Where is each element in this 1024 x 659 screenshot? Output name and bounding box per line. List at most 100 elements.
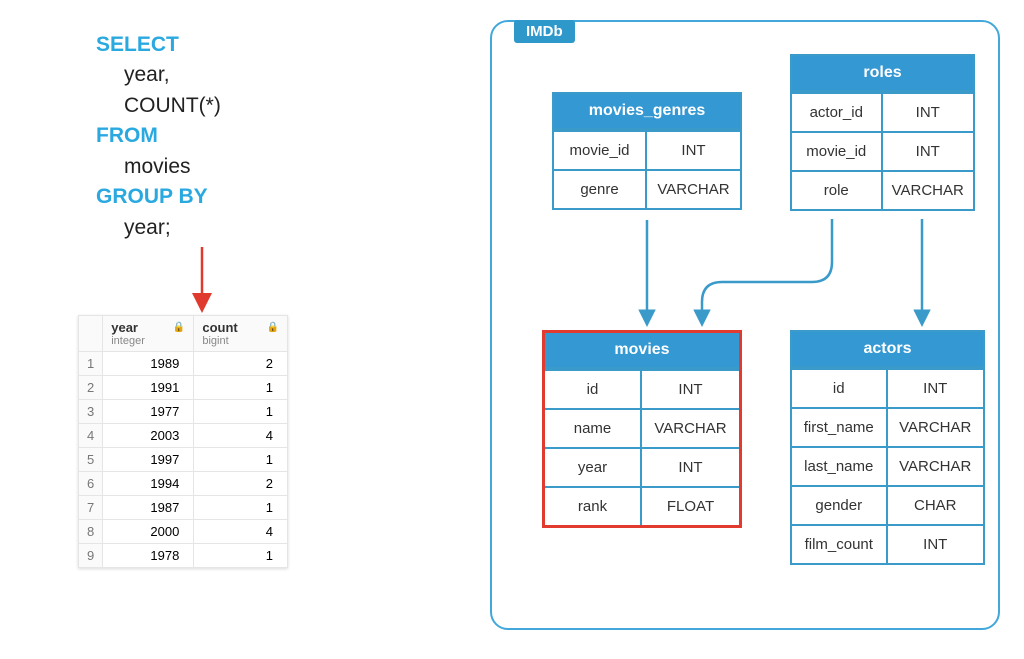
col-name: actor_id: [792, 92, 883, 131]
col-type: FLOAT: [642, 486, 739, 525]
col-type: VARCHAR: [642, 408, 739, 447]
entity-header: roles: [792, 56, 973, 92]
lock-icon: 🔒: [173, 322, 185, 333]
cell-count: 1: [194, 376, 288, 400]
sql-table: movies: [96, 152, 320, 182]
col-type: VARCHAR: [883, 170, 974, 209]
cell-count: 2: [194, 472, 288, 496]
entity-header: movies: [545, 333, 739, 369]
entity-row: gender CHAR: [792, 485, 983, 524]
cell-year: 1989: [103, 352, 194, 376]
schema-diagram: IMDb movies_genres movie_id INT genre VA…: [490, 20, 1000, 630]
flow-arrow-icon: [190, 243, 214, 315]
left-column: SELECT year, COUNT(*) FROM movies GROUP …: [60, 30, 320, 568]
entity-movies: movies id INT name VARCHAR year INT rank…: [542, 330, 742, 528]
row-number: 5: [79, 448, 103, 472]
col-type: INT: [888, 524, 984, 563]
row-number: 1: [79, 352, 103, 376]
cell-year: 2003: [103, 424, 194, 448]
col-name: last_name: [792, 446, 888, 485]
entity-row: rank FLOAT: [545, 486, 739, 525]
lock-icon: 🔒: [267, 322, 279, 333]
col-type: VARCHAR: [647, 169, 740, 208]
kw-groupby: GROUP BY: [96, 185, 208, 208]
cell-year: 1987: [103, 496, 194, 520]
entity-row: name VARCHAR: [545, 408, 739, 447]
table-row: 820004: [79, 520, 288, 544]
table-row: 919781: [79, 544, 288, 568]
cell-count: 4: [194, 424, 288, 448]
entity-row: film_count INT: [792, 524, 983, 563]
cell-count: 2: [194, 352, 288, 376]
col-name: role: [792, 170, 883, 209]
col-header-count: count bigint 🔒: [194, 316, 288, 352]
col-name-year: year: [111, 320, 145, 335]
cell-year: 2000: [103, 520, 194, 544]
col-name: film_count: [792, 524, 888, 563]
col-type: INT: [642, 369, 739, 408]
col-name: movie_id: [792, 131, 883, 170]
entity-roles: roles actor_id INT movie_id INT role VAR…: [790, 54, 975, 211]
result-table: year integer 🔒 count bigint 🔒: [78, 315, 288, 568]
entity-row: id INT: [792, 368, 983, 407]
col-type: INT: [642, 447, 739, 486]
sql-group-col: year;: [96, 213, 320, 243]
cell-year: 1991: [103, 376, 194, 400]
row-number: 8: [79, 520, 103, 544]
entity-row: last_name VARCHAR: [792, 446, 983, 485]
entity-header: movies_genres: [554, 94, 740, 130]
entity-row: year INT: [545, 447, 739, 486]
entity-row: first_name VARCHAR: [792, 407, 983, 446]
entity-row: actor_id INT: [792, 92, 973, 131]
row-number: 4: [79, 424, 103, 448]
col-name: rank: [545, 486, 642, 525]
row-number: 9: [79, 544, 103, 568]
table-row: 619942: [79, 472, 288, 496]
col-name: name: [545, 408, 642, 447]
cell-year: 1978: [103, 544, 194, 568]
row-number: 3: [79, 400, 103, 424]
table-row: 219911: [79, 376, 288, 400]
kw-from: FROM: [96, 124, 158, 147]
col-type: INT: [888, 368, 984, 407]
cell-year: 1997: [103, 448, 194, 472]
col-name: id: [545, 369, 642, 408]
row-number: 2: [79, 376, 103, 400]
table-row: 420034: [79, 424, 288, 448]
entity-movies-genres: movies_genres movie_id INT genre VARCHAR: [552, 92, 742, 210]
entity-row: id INT: [545, 369, 739, 408]
col-type-year: integer: [111, 335, 145, 347]
schema-title: IMDb: [514, 20, 575, 43]
entity-row: genre VARCHAR: [554, 169, 740, 208]
kw-select: SELECT: [96, 33, 179, 56]
row-number: 6: [79, 472, 103, 496]
table-row: 719871: [79, 496, 288, 520]
col-type: CHAR: [888, 485, 984, 524]
table-row: 519971: [79, 448, 288, 472]
table-row: 119892: [79, 352, 288, 376]
col-name: movie_id: [554, 130, 647, 169]
sql-col-count: COUNT(*): [96, 91, 320, 121]
entity-row: movie_id INT: [792, 131, 973, 170]
cell-count: 4: [194, 520, 288, 544]
sql-query: SELECT year, COUNT(*) FROM movies GROUP …: [60, 30, 320, 243]
cell-count: 1: [194, 400, 288, 424]
entity-header: actors: [792, 332, 983, 368]
col-name: year: [545, 447, 642, 486]
col-type: VARCHAR: [888, 446, 984, 485]
cell-count: 1: [194, 544, 288, 568]
cell-count: 1: [194, 448, 288, 472]
entity-row: movie_id INT: [554, 130, 740, 169]
row-number: 7: [79, 496, 103, 520]
cell-count: 1: [194, 496, 288, 520]
cell-year: 1994: [103, 472, 194, 496]
col-type: VARCHAR: [888, 407, 984, 446]
sql-col-year: year,: [96, 60, 320, 90]
col-name: gender: [792, 485, 888, 524]
entity-actors: actors id INT first_name VARCHAR last_na…: [790, 330, 985, 565]
rownum-header: [79, 316, 103, 352]
table-row: 319771: [79, 400, 288, 424]
col-name: first_name: [792, 407, 888, 446]
result-header-row: year integer 🔒 count bigint 🔒: [79, 316, 288, 352]
cell-year: 1977: [103, 400, 194, 424]
